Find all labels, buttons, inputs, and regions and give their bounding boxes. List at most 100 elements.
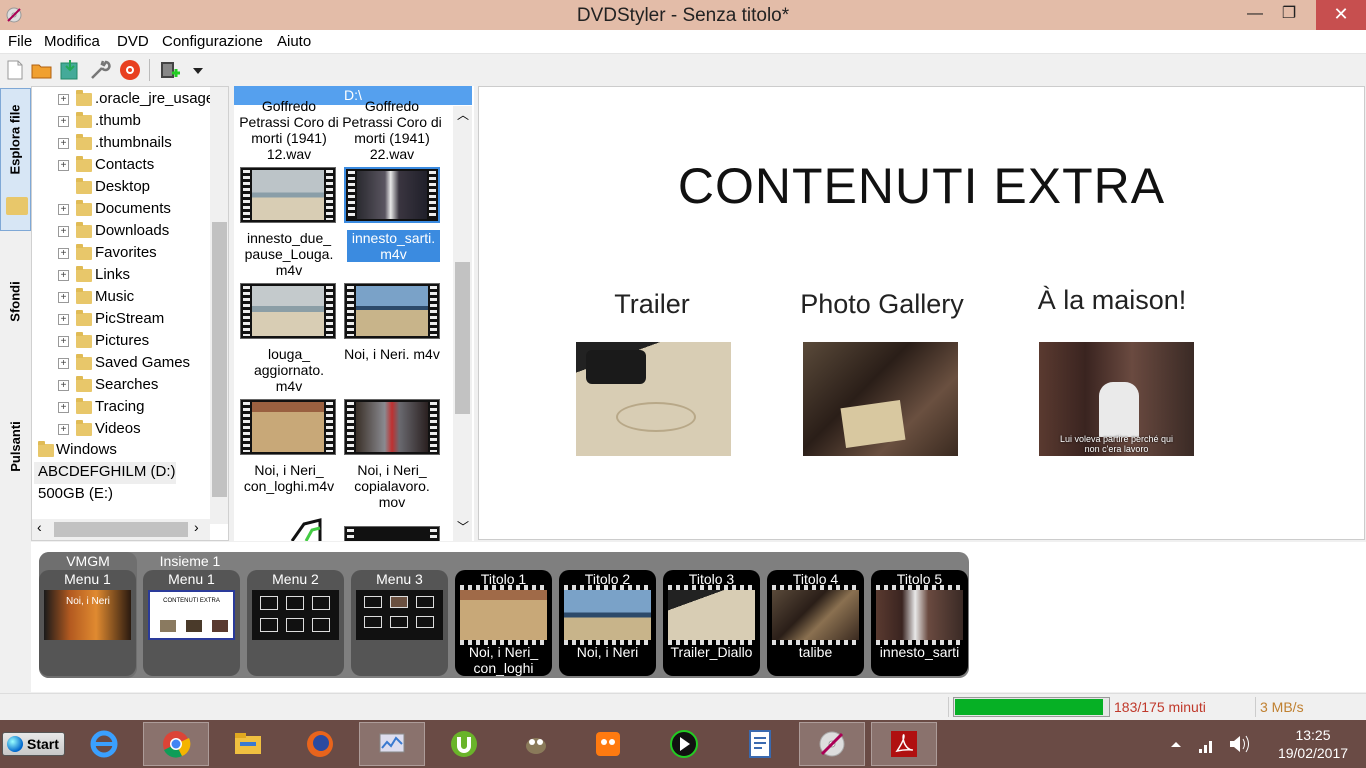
tab-pulsanti[interactable]: Pulsanti — [0, 386, 31, 506]
menu-button-photo-gallery-label[interactable]: Photo Gallery — [782, 289, 982, 320]
file-item[interactable]: Goffredo Petrassi Coro di morti (1941) 2… — [342, 98, 442, 162]
file-browser[interactable]: D:\ Goffredo Petrassi Coro di morti (194… — [234, 86, 474, 541]
tree-item-drive-d[interactable]: ABCDEFGHILM (D:) — [34, 462, 176, 484]
tab-sfondi[interactable]: Sfondi — [0, 246, 31, 356]
open-folder-icon[interactable] — [30, 58, 54, 82]
expand-icon[interactable]: + — [58, 358, 69, 369]
title-2-tile[interactable]: Titolo 2 Noi, i Neri — [559, 570, 656, 676]
expand-icon[interactable]: + — [58, 138, 69, 149]
start-button[interactable]: Start — [2, 732, 65, 756]
taskbar-app-acrobat[interactable] — [871, 722, 937, 766]
settings-wrench-icon[interactable] — [88, 58, 112, 82]
file-item[interactable]: Noi, i Neri. m4v — [342, 346, 442, 362]
tray-show-hidden-icon[interactable] — [1168, 720, 1184, 768]
taskbar-app-chrome[interactable] — [143, 722, 209, 766]
titleset-menu-2-tile[interactable]: Menu 2 — [247, 570, 344, 676]
acrobat-icon — [891, 731, 917, 757]
tab-esplora-file[interactable]: Esplora file — [0, 88, 31, 231]
expand-icon[interactable]: + — [58, 292, 69, 303]
folder-icon — [76, 266, 92, 282]
title-4-tile[interactable]: Titolo 4 talibe — [767, 570, 864, 676]
scroll-left-icon[interactable]: ‹ — [37, 519, 42, 535]
menu-modifica[interactable]: Modifica — [44, 33, 100, 50]
tab-pulsanti-label: Pulsanti — [8, 420, 24, 472]
taskbar-app-firefox[interactable] — [287, 722, 353, 766]
add-file-icon[interactable] — [158, 58, 182, 82]
minimize-button[interactable]: — — [1240, 0, 1270, 30]
scroll-thumb[interactable] — [455, 262, 470, 414]
taskbar-app-utorrent[interactable] — [431, 722, 497, 766]
taskbar-app-dvdstyler[interactable] — [799, 722, 865, 766]
network-signal-icon[interactable] — [1198, 720, 1216, 768]
expand-icon[interactable]: + — [58, 380, 69, 391]
video-thumbnail-selected[interactable] — [344, 167, 440, 223]
video-thumbnail[interactable] — [240, 283, 336, 339]
menu-title-text[interactable]: CONTENUTI EXTRA — [479, 157, 1364, 215]
expand-icon[interactable]: + — [58, 116, 69, 127]
volume-icon[interactable] — [1228, 720, 1250, 768]
menu-button-trailer-label[interactable]: Trailer — [552, 289, 752, 320]
video-thumbnail[interactable] — [240, 399, 336, 455]
menu-file[interactable]: File — [8, 33, 32, 50]
file-item[interactable]: Noi, i Neri_ copialavoro. mov — [342, 462, 442, 510]
titleset-menu-3-tile[interactable]: Menu 3 — [351, 570, 448, 676]
tree-horizontal-scrollbar[interactable]: ‹ › — [32, 519, 210, 540]
file-item[interactable]: louga_ aggiornato. m4v — [239, 346, 339, 394]
taskbar-app-gimp[interactable] — [503, 722, 569, 766]
menu-configurazione[interactable]: Configurazione — [162, 33, 263, 50]
video-thumbnail[interactable] — [240, 167, 336, 223]
maximize-button[interactable]: ❐ — [1274, 0, 1304, 30]
taskbar-app-resource-monitor[interactable] — [359, 722, 425, 766]
folder-icon — [76, 288, 92, 304]
video-thumbnail[interactable] — [344, 526, 440, 541]
chevron-down-icon[interactable] — [186, 58, 210, 82]
menu-button-photo-gallery-image[interactable] — [803, 342, 958, 456]
file-item[interactable]: Goffredo Petrassi Coro di morti (1941) 1… — [239, 98, 339, 162]
audio-file-icon[interactable] — [288, 516, 324, 541]
video-thumbnail[interactable] — [344, 399, 440, 455]
expand-icon[interactable]: + — [58, 248, 69, 259]
directory-tree[interactable]: + .oracle_jre_usage + .thumb + .thumbnails + Co… — [31, 86, 229, 541]
taskbar-app-file-explorer[interactable] — [215, 722, 281, 766]
scroll-down-icon[interactable]: ﹀ — [457, 518, 469, 535]
scroll-thumb[interactable] — [212, 222, 227, 497]
taskbar-app-media-player[interactable] — [651, 722, 717, 766]
menu-aiuto[interactable]: Aiuto — [277, 33, 311, 50]
expand-icon[interactable]: + — [58, 160, 69, 171]
burn-dvd-icon[interactable] — [118, 58, 142, 82]
title-1-tile[interactable]: Titolo 1 Noi, i Neri_ con_loghi — [455, 570, 552, 676]
menu-preview-canvas[interactable]: CONTENUTI EXTRA Trailer Photo Gallery À … — [478, 86, 1365, 540]
file-item[interactable]: Noi, i Neri_ con_loghi.m4v — [239, 462, 339, 494]
taskbar-app-internet-explorer[interactable] — [71, 722, 137, 766]
scroll-right-icon[interactable]: › — [194, 519, 199, 535]
titleset-menu-1-tile[interactable]: Menu 1 CONTENUTI EXTRA — [143, 570, 240, 676]
menu-button-a-la-maison-image[interactable]: Lui voleva partire perché qui non c'era … — [1039, 342, 1194, 456]
expand-icon[interactable]: + — [58, 226, 69, 237]
expand-icon[interactable]: + — [58, 336, 69, 347]
file-item[interactable]: innesto_due_ pause_Louga. m4v — [239, 230, 339, 278]
scroll-up-icon[interactable]: ︿ — [457, 106, 469, 123]
menu-button-trailer-image[interactable] — [576, 342, 731, 456]
title-3-tile[interactable]: Titolo 3 Trailer_Diallo — [663, 570, 760, 676]
file-browser-scrollbar[interactable]: ︿ ﹀ — [453, 106, 472, 541]
video-thumbnail[interactable] — [344, 283, 440, 339]
tree-vertical-scrollbar[interactable] — [210, 87, 228, 524]
expand-icon[interactable]: + — [58, 314, 69, 325]
menu-dvd[interactable]: DVD — [117, 33, 149, 50]
expand-icon[interactable]: + — [58, 402, 69, 413]
menu-button-a-la-maison-label[interactable]: À la maison! — [1012, 285, 1212, 316]
expand-icon[interactable]: + — [58, 424, 69, 435]
expand-icon[interactable]: + — [58, 270, 69, 281]
vmgm-menu-1-tile[interactable]: Menu 1 Noi, i Neri — [39, 570, 136, 676]
new-file-icon[interactable] — [3, 58, 27, 82]
taskbar-app-document[interactable] — [727, 722, 793, 766]
taskbar-app-vlc[interactable] — [575, 722, 641, 766]
expand-icon[interactable]: + — [58, 204, 69, 215]
expand-icon[interactable]: + — [58, 94, 69, 105]
close-button[interactable]: ✕ — [1316, 0, 1366, 30]
system-clock[interactable]: 13:25 19/02/2017 — [1268, 726, 1358, 762]
save-icon[interactable] — [58, 58, 82, 82]
scroll-thumb[interactable] — [54, 522, 188, 537]
title-5-tile[interactable]: Titolo 5 innesto_sarti — [871, 570, 968, 676]
file-item-selected[interactable]: innesto_sarti. m4v — [347, 230, 440, 262]
